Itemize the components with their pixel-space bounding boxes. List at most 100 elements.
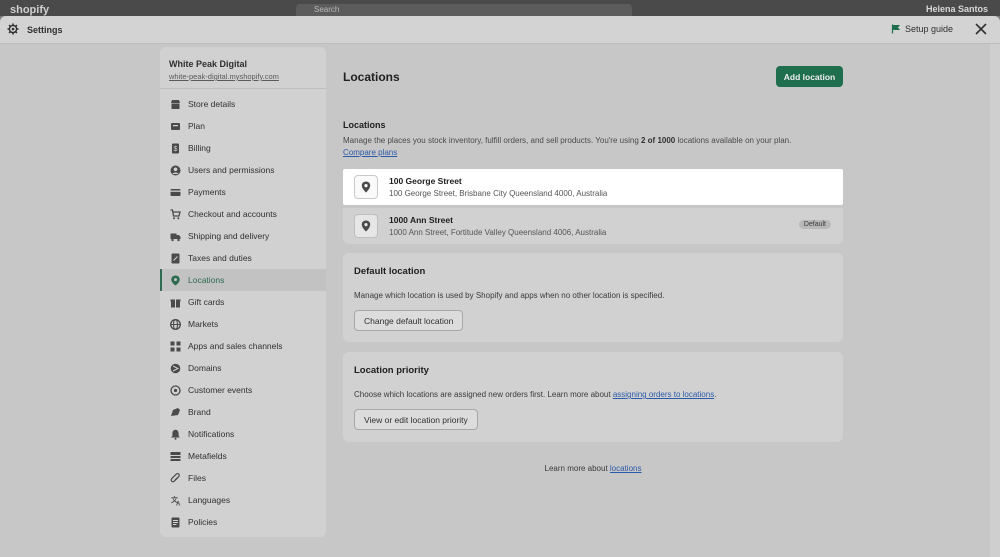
store-info: White Peak Digital white-peak-digital.my… bbox=[160, 47, 326, 89]
settings-sidebar: White Peak Digital white-peak-digital.my… bbox=[160, 47, 326, 537]
sidebar-item-label: Gift cards bbox=[188, 297, 225, 307]
sidebar-item-label: Apps and sales channels bbox=[188, 341, 283, 351]
location-address: 100 George Street, Brisbane City Queensl… bbox=[389, 189, 608, 198]
sidebar-item-label: Customer events bbox=[188, 385, 253, 395]
sidebar-item-languages[interactable]: 文 A Languages bbox=[160, 489, 326, 511]
scrollbar[interactable] bbox=[990, 44, 1000, 557]
sidebar-item-billing[interactable]: $ Billing bbox=[160, 137, 326, 159]
sidebar-item-users-and-permissions[interactable]: Users and permissions bbox=[160, 159, 326, 181]
sidebar-item-label: Shipping and delivery bbox=[188, 231, 270, 241]
svg-text:$: $ bbox=[174, 146, 178, 153]
sidebar-item-customer-events[interactable]: Customer events bbox=[160, 379, 326, 401]
billing-icon: $ bbox=[172, 143, 179, 153]
metafields-icon bbox=[170, 451, 181, 461]
close-icon[interactable] bbox=[974, 22, 988, 36]
sidebar-item-label: Locations bbox=[188, 275, 225, 285]
learn-more-footer: Learn more about locations bbox=[343, 464, 843, 473]
flag-icon bbox=[891, 24, 900, 34]
svg-text:A: A bbox=[176, 501, 181, 506]
sidebar-item-apps-and-sales-channels[interactable]: Apps and sales channels bbox=[160, 335, 326, 357]
desc-text: Manage the places you stock inventory, f… bbox=[343, 136, 641, 145]
compare-plans-link[interactable]: Compare plans bbox=[343, 148, 397, 157]
default-location-text: Manage which location is used by Shopify… bbox=[354, 291, 665, 300]
locations-description: Manage the places you stock inventory, f… bbox=[343, 135, 813, 159]
priority-text: Choose which locations are assigned new … bbox=[354, 390, 613, 399]
setup-guide-button[interactable]: Setup guide bbox=[891, 24, 953, 34]
sidebar-item-files[interactable]: Files bbox=[160, 467, 326, 489]
locations-help-link[interactable]: locations bbox=[610, 464, 642, 473]
add-location-button[interactable]: Add location bbox=[776, 66, 843, 87]
sidebar-item-label: Store details bbox=[188, 99, 236, 109]
plan-icon bbox=[171, 122, 180, 130]
sidebar-item-label: Checkout and accounts bbox=[188, 209, 277, 219]
brand-icon bbox=[171, 407, 180, 416]
sidebar-item-brand[interactable]: Brand bbox=[160, 401, 326, 423]
sidebar-item-label: Files bbox=[188, 473, 206, 483]
sidebar-item-label: Billing bbox=[188, 143, 211, 153]
store-icon bbox=[171, 99, 180, 109]
truck-icon bbox=[170, 233, 181, 241]
location-row[interactable]: 1000 Ann Street 1000 Ann Street, Fortitu… bbox=[343, 208, 843, 244]
priority-text-end: . bbox=[714, 390, 717, 399]
tax-icon bbox=[171, 253, 180, 263]
sidebar-item-locations[interactable]: Locations bbox=[160, 269, 326, 291]
sidebar-item-label: Notifications bbox=[188, 429, 235, 439]
location-address: 1000 Ann Street, Fortitude Valley Queens… bbox=[389, 228, 607, 237]
location-usage-count: 2 of 1000 bbox=[641, 136, 676, 145]
location-priority-text: Choose which locations are assigned new … bbox=[354, 390, 716, 399]
view-location-priority-button[interactable]: View or edit location priority bbox=[354, 409, 478, 430]
sidebar-item-label: Policies bbox=[188, 517, 218, 527]
default-location-title: Default location bbox=[354, 266, 426, 277]
sidebar-item-label: Languages bbox=[188, 495, 231, 505]
store-url[interactable]: white-peak-digital.myshopify.com bbox=[169, 72, 317, 81]
apps-icon bbox=[170, 341, 181, 351]
location-name: 1000 Ann Street bbox=[389, 215, 453, 225]
policy-icon bbox=[171, 517, 180, 527]
shopify-logo: shopify bbox=[10, 4, 50, 16]
store-name: White Peak Digital bbox=[169, 59, 248, 69]
location-priority-title: Location priority bbox=[354, 365, 429, 376]
location-pin-icon bbox=[354, 175, 378, 199]
location-pin-icon bbox=[354, 214, 378, 238]
change-default-location-button[interactable]: Change default location bbox=[354, 310, 464, 331]
location-name: 100 George Street bbox=[389, 176, 462, 186]
user-icon bbox=[170, 165, 181, 175]
sidebar-item-markets[interactable]: Markets bbox=[160, 313, 326, 335]
sidebar-item-notifications[interactable]: Notifications bbox=[160, 423, 326, 445]
admin-topbar: shopify Search Helena Santos bbox=[0, 0, 1000, 16]
sidebar-item-label: Brand bbox=[188, 407, 211, 417]
sidebar-item-gift-cards[interactable]: Gift cards bbox=[160, 291, 326, 313]
learn-more-text: Learn more about bbox=[544, 464, 610, 473]
sidebar-item-checkout-and-accounts[interactable]: Checkout and accounts bbox=[160, 203, 326, 225]
default-location-card: Default location Manage which location i… bbox=[343, 253, 843, 342]
sidebar-item-label: Payments bbox=[188, 187, 226, 197]
sidebar-item-label: Taxes and duties bbox=[188, 253, 252, 263]
modal-title: Settings bbox=[27, 25, 63, 35]
sidebar-item-policies[interactable]: Policies bbox=[160, 511, 326, 533]
assigning-orders-link[interactable]: assigning orders to locations bbox=[613, 390, 714, 399]
sidebar-item-label: Markets bbox=[188, 319, 219, 329]
sidebar-item-payments[interactable]: Payments bbox=[160, 181, 326, 203]
sidebar-item-metafields[interactable]: Metafields bbox=[160, 445, 326, 467]
paperclip-icon bbox=[170, 472, 180, 482]
events-icon bbox=[170, 384, 181, 396]
sidebar-item-store-details[interactable]: Store details bbox=[160, 93, 326, 115]
locations-section-heading: Locations bbox=[343, 120, 386, 130]
sidebar-item-plan[interactable]: Plan bbox=[160, 115, 326, 137]
payments-icon bbox=[170, 188, 181, 196]
cart-icon bbox=[170, 208, 181, 219]
sidebar-item-taxes-and-duties[interactable]: Taxes and duties bbox=[160, 247, 326, 269]
location-priority-card: Location priority Choose which locations… bbox=[343, 352, 843, 442]
bell-icon bbox=[171, 429, 180, 440]
admin-user-name[interactable]: Helena Santos bbox=[926, 4, 988, 14]
location-row[interactable]: 100 George Street 100 George Street, Bri… bbox=[343, 169, 843, 205]
sidebar-item-label: Plan bbox=[188, 121, 206, 131]
sidebar-item-domains[interactable]: Domains bbox=[160, 357, 326, 379]
page-title: Locations bbox=[343, 70, 400, 84]
admin-search-input[interactable]: Search bbox=[296, 4, 632, 16]
sidebar-item-label: Domains bbox=[188, 363, 222, 373]
domain-icon bbox=[170, 363, 181, 373]
sidebar-item-shipping-and-delivery[interactable]: Shipping and delivery bbox=[160, 225, 326, 247]
location-pin-icon bbox=[171, 275, 180, 285]
gear-icon bbox=[7, 23, 19, 35]
